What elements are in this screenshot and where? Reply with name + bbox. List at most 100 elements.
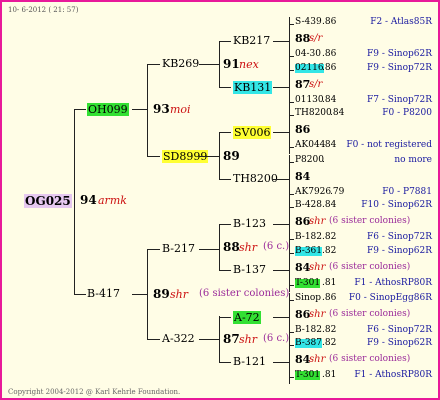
connector-line (147, 64, 148, 156)
connector-line (289, 332, 294, 333)
gen2-note: (6 c.) (263, 333, 290, 344)
gen4-code: 04-30 (295, 49, 321, 59)
connector-line (219, 41, 231, 42)
gen4-value: .84 (322, 200, 337, 210)
gen3-code: KB131 (233, 81, 273, 94)
gen1-number: 89 (153, 287, 170, 301)
connector-line (147, 339, 160, 340)
gen4-code: T-301 (295, 370, 321, 380)
connector-line (289, 102, 294, 103)
connector-line (147, 64, 160, 65)
gen4-code: B-361 (295, 246, 322, 256)
gen2-tag: shr (239, 241, 257, 254)
gen4-result: F9 - Sinop72R (367, 63, 432, 73)
gen4-number: 86 (295, 123, 311, 136)
gen4-code: B-428 (295, 200, 322, 210)
connector-line (289, 345, 294, 346)
gen4-code: B-387 (295, 338, 322, 348)
gen2-number: 88 (223, 240, 240, 254)
gen4-code: AK044 (295, 140, 326, 150)
connector-line (147, 249, 148, 339)
gen2-tag: shr (239, 333, 257, 346)
connector-line (219, 316, 220, 362)
connector-line (289, 24, 294, 25)
copyright: Copyright 2004-2012 @ Karl Kehrle Founda… (8, 388, 181, 396)
gen4-tag: s/r (309, 79, 323, 90)
gen4-result: F0 - P8200 (382, 108, 432, 118)
gen3-code: B-121 (233, 355, 266, 368)
gen4-value: .79 (330, 187, 345, 197)
connector-line (219, 179, 231, 180)
connector-line (219, 132, 231, 133)
gen4-note: (6 sister colonies) (329, 216, 411, 226)
gen2-note: (6 c.) (263, 241, 290, 252)
connector-line (289, 207, 294, 208)
gen4-number: 84 (295, 170, 311, 183)
gen2-number: 91 (223, 57, 240, 71)
gen3-code: B-137 (233, 263, 266, 276)
connector-line (132, 109, 147, 110)
gen4-value: .82 (322, 246, 337, 256)
connector-line (289, 194, 294, 195)
gen4-result: F6 - Sinop72R (367, 232, 432, 242)
connector-line (199, 249, 219, 250)
gen4-value: .81 (322, 278, 337, 288)
root-tag: armk (98, 194, 127, 207)
gen4-value: .82 (322, 338, 337, 348)
connector-line (289, 70, 294, 71)
connector-line (289, 147, 294, 148)
gen4-result: F9 - Sinop62R (367, 49, 432, 59)
gen4-result: F0 - P7881 (382, 187, 432, 197)
connector-line (273, 41, 289, 42)
gen3-code: A-72 (233, 311, 261, 324)
gen3-code: B-123 (233, 217, 266, 230)
gen3-code: KB217 (233, 34, 271, 47)
gen4-result: F1 - AthosRP80R (354, 370, 432, 380)
root-code: OG025 (24, 194, 72, 208)
gen4-code: Sinop (295, 293, 322, 303)
connector-line (289, 115, 294, 116)
connector-line (74, 109, 86, 110)
connector-line (289, 253, 294, 254)
gen4-result: F0 - SinopEgg86R (348, 293, 432, 303)
gen4-value: .82 (322, 232, 337, 242)
connector-line (273, 362, 289, 363)
connector-line (289, 300, 294, 301)
gen4-code: TH8200 (295, 108, 332, 118)
gen4-code: 02116 (295, 63, 324, 73)
gen4-tag: shr (309, 354, 326, 365)
gen4-value: .84 (330, 108, 345, 118)
pedigree-frame: 10- 6-2012 ( 21: 57) OG025 94 armk OH099 93 m… (0, 0, 440, 400)
gen4-tag: shr (309, 262, 326, 273)
gen4-code: AK7926 (295, 187, 332, 197)
connector-line (273, 270, 289, 271)
gen4-value: .86 (322, 293, 337, 303)
connector-line (199, 64, 219, 65)
gen4-value: .86 (322, 63, 337, 73)
gen2-code: B-217 (162, 242, 195, 255)
gen1-tag: shr (170, 288, 188, 301)
connector-line (219, 270, 231, 271)
gen4-tag: s/r (309, 33, 323, 44)
gen4-value: .82 (322, 325, 337, 335)
gen4-note: (6 sister colonies) (329, 354, 411, 364)
connector-line (199, 156, 219, 157)
gen4-code: B-182 (295, 232, 322, 242)
gen4-result: F2 - Atlas85R (370, 17, 432, 27)
gen4-result: F9 - Sinop62R (367, 246, 432, 256)
gen1-code: B-417 (87, 287, 120, 300)
gen4-code: B-182 (295, 325, 322, 335)
gen4-value: .84 (322, 95, 337, 105)
gen4-result: F10 - Sinop62R (361, 200, 432, 210)
connector-line (273, 179, 289, 180)
gen4-result: F6 - Sinop72R (367, 325, 432, 335)
connector-line (132, 294, 147, 295)
gen4-value: .84 (322, 140, 337, 150)
date-header: 10- 6-2012 ( 21: 57) (8, 6, 79, 14)
gen2-number: 87 (223, 332, 240, 346)
gen4-tag: shr (309, 216, 326, 227)
connector-line (219, 224, 231, 225)
gen4-code: 01130 (295, 95, 324, 105)
gen4-value: .81 (322, 370, 337, 380)
connector-line (273, 132, 289, 133)
